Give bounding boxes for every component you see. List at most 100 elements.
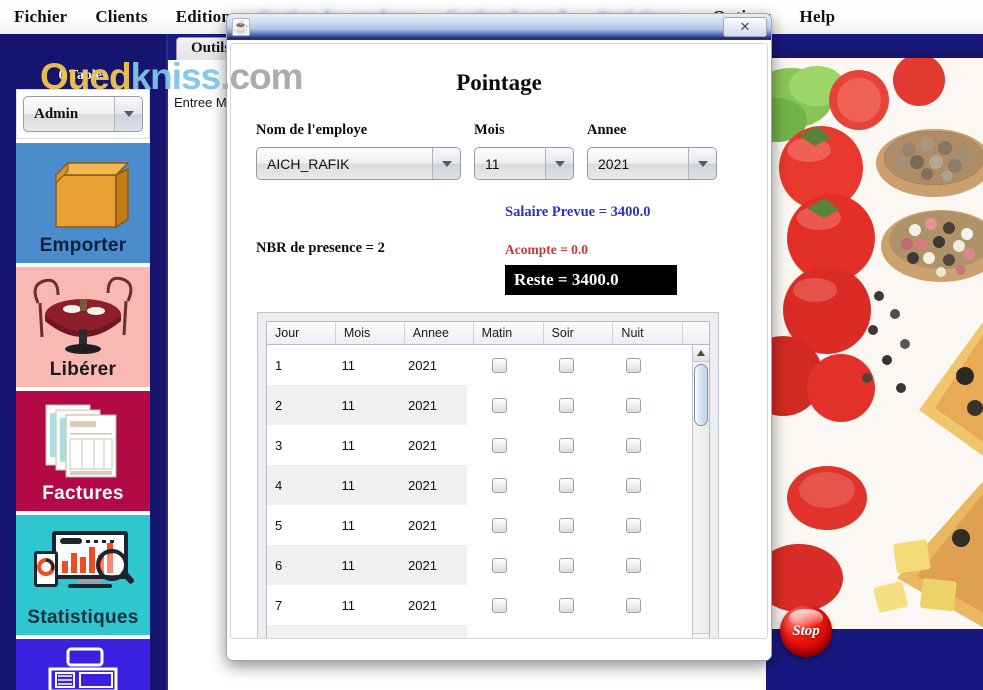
cell-mois: 11 xyxy=(333,505,400,545)
sidebar-item-workstation[interactable] xyxy=(16,635,150,690)
checkbox-nuit[interactable] xyxy=(626,477,642,493)
table-row[interactable]: 2 11 2021 xyxy=(267,385,692,425)
cell-nuit[interactable] xyxy=(600,465,668,505)
cell-mois: 11 xyxy=(333,625,400,638)
column-header-jour[interactable]: Jour xyxy=(267,322,336,344)
checkbox-matin[interactable] xyxy=(492,637,508,638)
admin-select[interactable]: Admin xyxy=(23,96,143,132)
checkbox-nuit[interactable] xyxy=(626,437,642,453)
salaire-prevue-label: Salaire Prevue = 3400.0 xyxy=(505,204,651,220)
form-fields: Nom de l'employe AICH_RAFIK Mois 11 Anne… xyxy=(231,122,767,188)
pointage-dialog: ✕ Pointage Nom de l'employe AICH_RAFIK M… xyxy=(226,13,772,661)
cell-nuit[interactable] xyxy=(600,345,668,385)
column-header-matin[interactable]: Matin xyxy=(474,322,544,344)
chevron-down-icon[interactable] xyxy=(432,148,460,179)
cell-annee: 2021 xyxy=(400,545,467,585)
checkbox-soir[interactable] xyxy=(559,437,575,453)
stop-button-wrapper[interactable]: Stop xyxy=(780,605,832,657)
cell-nuit[interactable] xyxy=(600,425,668,465)
cell-soir[interactable] xyxy=(533,505,601,545)
cell-matin[interactable] xyxy=(466,625,534,638)
table-row[interactable]: 6 11 2021 xyxy=(267,545,692,585)
checkbox-nuit[interactable] xyxy=(626,597,642,613)
sidebar-item-factures[interactable]: Factures xyxy=(16,387,150,511)
cell-soir[interactable] xyxy=(533,625,601,638)
cell-annee: 2021 xyxy=(400,465,467,505)
cell-matin[interactable] xyxy=(466,545,534,585)
cell-annee: 2021 xyxy=(400,625,467,638)
cell-soir[interactable] xyxy=(533,425,601,465)
column-header-annee[interactable]: Annee xyxy=(405,322,474,344)
cell-nuit[interactable] xyxy=(600,505,668,545)
table-vertical-scrollbar[interactable] xyxy=(692,345,709,638)
checkbox-matin[interactable] xyxy=(492,437,508,453)
checkbox-soir[interactable] xyxy=(559,477,575,493)
cell-nuit[interactable] xyxy=(600,585,668,625)
checkbox-matin[interactable] xyxy=(492,397,508,413)
chevron-down-icon[interactable] xyxy=(114,97,142,131)
checkbox-soir[interactable] xyxy=(559,637,575,638)
column-header-mois[interactable]: Mois xyxy=(336,322,405,344)
chevron-down-icon[interactable] xyxy=(688,148,716,179)
cell-soir[interactable] xyxy=(533,465,601,505)
column-header-nuit[interactable]: Nuit xyxy=(613,322,684,344)
cell-matin[interactable] xyxy=(466,465,534,505)
checkbox-nuit[interactable] xyxy=(626,557,642,573)
checkbox-soir[interactable] xyxy=(559,597,575,613)
cell-matin[interactable] xyxy=(466,585,534,625)
employe-select[interactable]: AICH_RAFIK xyxy=(256,147,461,180)
checkbox-nuit[interactable] xyxy=(626,357,642,373)
table-row[interactable]: 5 11 2021 xyxy=(267,505,692,545)
cell-soir[interactable] xyxy=(533,545,601,585)
cell-spacer xyxy=(667,505,692,545)
scrollbar-thumb[interactable] xyxy=(694,364,708,426)
close-icon[interactable]: ✕ xyxy=(723,16,767,37)
cell-matin[interactable] xyxy=(466,345,534,385)
checkbox-matin[interactable] xyxy=(492,357,508,373)
checkbox-soir[interactable] xyxy=(559,557,575,573)
cell-soir[interactable] xyxy=(533,385,601,425)
menu-item-clients[interactable]: Clients xyxy=(81,5,161,29)
sidebar-item-liberer[interactable]: Libérer xyxy=(16,263,150,387)
sidebar-item-statistiques[interactable]: Statistiques xyxy=(16,511,150,635)
annee-select[interactable]: 2021 xyxy=(587,147,717,180)
checkbox-nuit[interactable] xyxy=(626,637,642,638)
scroll-down-icon[interactable] xyxy=(693,633,709,638)
cell-matin[interactable] xyxy=(466,385,534,425)
column-header-soir[interactable]: Soir xyxy=(544,322,614,344)
chevron-down-icon[interactable] xyxy=(545,148,573,179)
table-row[interactable]: 7 11 2021 xyxy=(267,585,692,625)
checkbox-matin[interactable] xyxy=(492,557,508,573)
sidebar-item-label: Factures xyxy=(42,483,124,504)
cell-matin[interactable] xyxy=(466,425,534,465)
checkbox-soir[interactable] xyxy=(559,357,575,373)
page-title: Pointage xyxy=(456,70,542,95)
cell-nuit[interactable] xyxy=(600,545,668,585)
cell-soir[interactable] xyxy=(533,585,601,625)
checkbox-nuit[interactable] xyxy=(626,517,642,533)
checkbox-matin[interactable] xyxy=(492,597,508,613)
cell-nuit[interactable] xyxy=(600,385,668,425)
mois-select[interactable]: 11 xyxy=(474,147,574,180)
table-row[interactable]: 8112021 xyxy=(267,625,692,638)
table-row[interactable]: 4 11 2021 xyxy=(267,465,692,505)
table-row[interactable]: 1 11 2021 xyxy=(267,345,692,385)
stop-button[interactable]: Stop xyxy=(780,605,832,657)
invoices-icon xyxy=(16,397,150,483)
cell-soir[interactable] xyxy=(533,345,601,385)
scroll-up-icon[interactable] xyxy=(693,345,709,362)
cell-nuit[interactable] xyxy=(600,625,668,638)
checkbox-soir[interactable] xyxy=(559,397,575,413)
checkbox-soir[interactable] xyxy=(559,517,575,533)
cell-matin[interactable] xyxy=(466,505,534,545)
menu-item-help[interactable]: Help xyxy=(786,5,850,29)
table-row[interactable]: 3 11 2021 xyxy=(267,425,692,465)
scrollbar-track[interactable] xyxy=(693,362,709,633)
sidebar-item-emporter[interactable]: Emporter xyxy=(16,139,150,263)
checkbox-matin[interactable] xyxy=(492,517,508,533)
checkbox-matin[interactable] xyxy=(492,477,508,493)
checkbox-nuit[interactable] xyxy=(626,397,642,413)
dialog-title-bar[interactable]: ✕ xyxy=(227,14,771,40)
menu-item-fichier[interactable]: Fichier xyxy=(0,5,81,29)
cell-mois: 11 xyxy=(333,465,400,505)
